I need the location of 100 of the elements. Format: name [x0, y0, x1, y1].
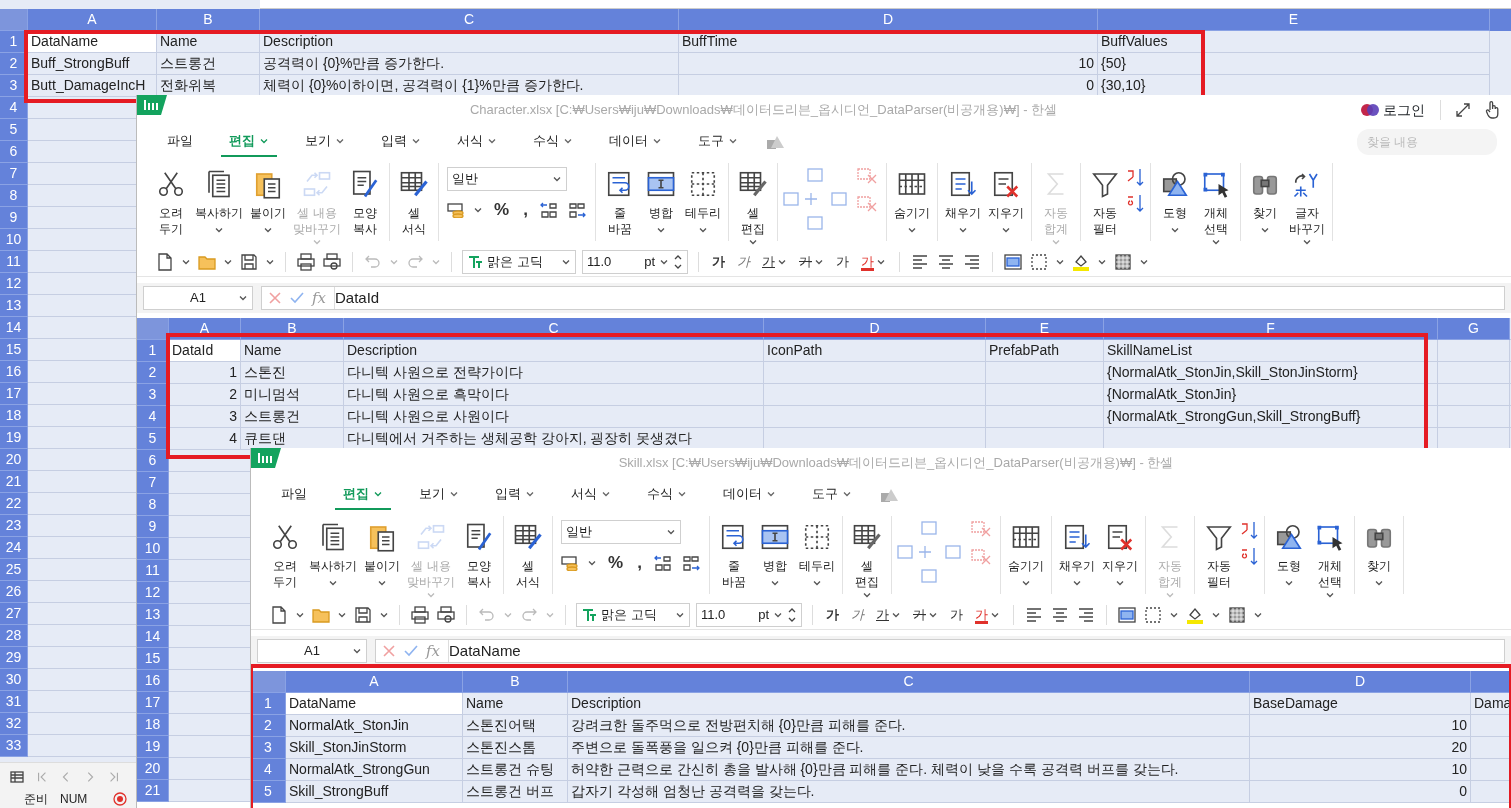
- caret-icon[interactable]: [601, 489, 611, 499]
- menu-tab[interactable]: 데이터: [601, 127, 670, 157]
- caret-icon[interactable]: [259, 136, 269, 146]
- menu-tab[interactable]: 데이터: [715, 480, 784, 510]
- number-format-dropdown[interactable]: 일반: [447, 167, 567, 191]
- number-style-button[interactable]: ,: [520, 197, 531, 223]
- menu-tab[interactable]: 편집: [335, 480, 391, 510]
- merge-center-icon[interactable]: [1003, 251, 1023, 272]
- number-style-button[interactable]: ,: [634, 550, 645, 576]
- caret-icon[interactable]: [449, 489, 459, 499]
- cell-border-icon[interactable]: [1029, 251, 1049, 272]
- menu-tab[interactable]: 파일: [159, 127, 201, 157]
- record-icon[interactable]: [113, 792, 128, 806]
- number-style-button[interactable]: %: [605, 550, 627, 576]
- underline-button[interactable]: 가: [873, 604, 904, 625]
- ribbon-button[interactable]: 자동 필터: [1084, 167, 1125, 240]
- app-icon[interactable]: [137, 95, 167, 115]
- cell-name-dropdown[interactable]: A1: [257, 639, 367, 663]
- menu-tab[interactable]: 파일: [273, 480, 315, 510]
- cell-border-icon[interactable]: [1143, 604, 1163, 625]
- menu-tab[interactable]: 수식: [639, 480, 695, 510]
- cell-name-dropdown[interactable]: A1: [143, 286, 253, 310]
- ribbon-button[interactable]: 모양 복사: [345, 167, 385, 240]
- font-style-button[interactable]: 가: [833, 251, 852, 272]
- save-icon[interactable]: [353, 604, 373, 625]
- font-color-button[interactable]: 가: [858, 251, 889, 272]
- ribbon-button[interactable]: 개체 선택: [1195, 167, 1236, 250]
- ribbon-button[interactable]: 붙이기: [361, 520, 403, 591]
- caret-icon[interactable]: [563, 136, 573, 146]
- ribbon-button[interactable]: 병합: [640, 167, 681, 238]
- caret-icon[interactable]: [525, 489, 535, 499]
- ribbon-button[interactable]: 테두리: [681, 167, 724, 238]
- menu-tab[interactable]: 도구: [690, 127, 746, 157]
- font-style-button[interactable]: 가: [947, 604, 966, 625]
- app-icon[interactable]: [251, 448, 281, 468]
- italic-button[interactable]: 가: [734, 251, 753, 272]
- save-icon[interactable]: [239, 251, 259, 272]
- new-document-icon[interactable]: [269, 604, 289, 625]
- ribbon-button[interactable]: 셀 서식: [394, 167, 434, 240]
- ribbon-button[interactable]: 복사하기: [192, 167, 246, 238]
- ribbon-button[interactable]: 줄 바꿈: [599, 167, 640, 240]
- italic-button[interactable]: 가: [848, 604, 867, 625]
- ribbon-button[interactable]: 셀 편집: [732, 167, 773, 250]
- underline-button[interactable]: 가: [759, 251, 790, 272]
- ribbon-button[interactable]: 셀 편집: [846, 520, 887, 603]
- ribbon-button[interactable]: 도형: [1268, 520, 1309, 591]
- print-preview-icon[interactable]: [322, 251, 342, 272]
- print-preview-icon[interactable]: [436, 604, 456, 625]
- caret-icon[interactable]: [487, 136, 497, 146]
- ribbon-button[interactable]: 개체 선택: [1309, 520, 1350, 603]
- caret-icon[interactable]: [666, 527, 676, 537]
- caret-icon[interactable]: [373, 489, 383, 499]
- ribbon-button[interactable]: 채우기: [941, 167, 984, 238]
- menu-tab[interactable]: 보기: [411, 480, 467, 510]
- ribbon-button[interactable]: 오려 두기: [151, 167, 191, 240]
- menu-tab[interactable]: 서식: [563, 480, 619, 510]
- ribbon-button[interactable]: 채우기: [1055, 520, 1098, 591]
- caret-icon[interactable]: [677, 489, 687, 499]
- ribbon-button[interactable]: 숨기기: [890, 167, 933, 238]
- font-dropdown[interactable]: 맑은 고딕: [576, 602, 690, 627]
- menu-tab[interactable]: 도구: [804, 480, 860, 510]
- bold-button[interactable]: 가: [823, 604, 842, 625]
- merge-center-icon[interactable]: [1117, 604, 1137, 625]
- caret-icon[interactable]: [352, 646, 362, 656]
- caret-icon[interactable]: [238, 293, 248, 303]
- ribbon-button[interactable]: 찾기: [1358, 520, 1399, 591]
- number-format-dropdown[interactable]: 일반: [561, 520, 681, 544]
- ribbon-button[interactable]: 글자 바꾸기: [1285, 167, 1328, 250]
- menu-tab[interactable]: 서식: [449, 127, 505, 157]
- font-size-dropdown[interactable]: 11.0 pt: [696, 602, 802, 627]
- sheet-list-icon[interactable]: [10, 769, 24, 784]
- currency-icon[interactable]: [447, 201, 465, 218]
- menu-tab[interactable]: 입력: [373, 127, 429, 157]
- font-dropdown[interactable]: 맑은 고딕: [462, 249, 576, 274]
- ribbon-button[interactable]: 지우기: [1098, 520, 1141, 591]
- new-document-icon[interactable]: [155, 251, 175, 272]
- caret-icon[interactable]: [842, 489, 852, 499]
- ribbon-button[interactable]: 테두리: [795, 520, 838, 591]
- printer-icon[interactable]: [410, 604, 430, 625]
- ribbon-button[interactable]: 지우기: [984, 167, 1027, 238]
- caret-icon[interactable]: [728, 136, 738, 146]
- ribbon-button[interactable]: 숨기기: [1004, 520, 1047, 591]
- caret-icon[interactable]: [652, 136, 662, 146]
- number-style-button[interactable]: %: [491, 197, 513, 223]
- ribbon-button[interactable]: 도형: [1154, 167, 1195, 238]
- caret-icon[interactable]: [411, 136, 421, 146]
- ribbon-button[interactable]: 병합: [754, 520, 795, 591]
- expand-icon[interactable]: [1455, 102, 1471, 118]
- login-button[interactable]: 로그인: [1360, 98, 1426, 122]
- caret-icon[interactable]: [335, 136, 345, 146]
- menu-tab[interactable]: 보기: [297, 127, 353, 157]
- menu-tab[interactable]: 편집: [221, 127, 277, 157]
- menu-tab[interactable]: 수식: [525, 127, 581, 157]
- ribbon-button[interactable]: 줄 바꿈: [713, 520, 754, 593]
- caret-icon[interactable]: [766, 489, 776, 499]
- decrease-decimal-icon[interactable]: [652, 553, 673, 572]
- decrease-decimal-icon[interactable]: [538, 200, 559, 219]
- pattern-icon[interactable]: [1113, 251, 1133, 272]
- printer-icon[interactable]: [296, 251, 316, 272]
- ribbon-button[interactable]: 오려 두기: [265, 520, 305, 593]
